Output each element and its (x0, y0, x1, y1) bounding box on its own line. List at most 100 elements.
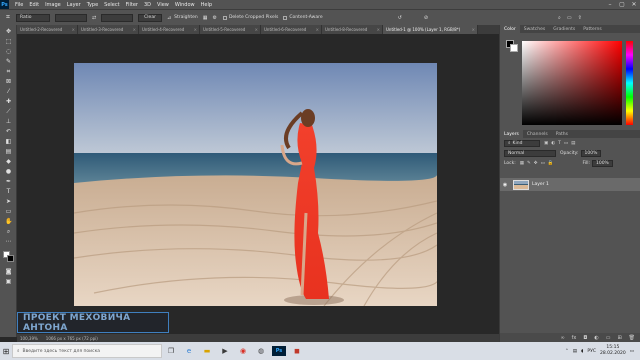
tab-untitled-2[interactable]: Untitled-2-Recovered × (17, 25, 78, 34)
task-view-icon[interactable]: ❐ (162, 342, 180, 360)
menu-window[interactable]: Window (172, 2, 198, 8)
menu-image[interactable]: Image (42, 2, 64, 8)
adjustment-icon[interactable]: ◐ (594, 335, 598, 341)
gradient-tool-icon[interactable]: ▤ (5, 148, 12, 155)
filter-icons[interactable]: ▣◐T▭▤ (544, 141, 578, 146)
marquee-tool-icon[interactable]: ⬚ (5, 38, 12, 45)
menu-layer[interactable]: Layer (64, 2, 84, 8)
menu-3d[interactable]: 3D (141, 2, 154, 8)
tab-close-icon[interactable]: × (377, 27, 380, 32)
content-aware-option[interactable]: Content-Aware (283, 15, 323, 20)
blend-mode-dropdown[interactable]: Normal (504, 149, 556, 157)
tab-patterns[interactable]: Patterns (579, 25, 606, 33)
content-aware-checkbox[interactable] (283, 15, 288, 20)
tab-close-icon[interactable]: × (316, 27, 319, 32)
network-icon[interactable]: ▤ (573, 349, 577, 354)
tab-untitled-8[interactable]: Untitled-8-Recovered × (322, 25, 383, 34)
link-icon[interactable]: ∞ (560, 335, 564, 341)
eyedropper-tool-icon[interactable]: ⁄ (5, 88, 12, 95)
volume-icon[interactable]: ◖ (581, 349, 583, 354)
zoom-level[interactable]: 100,39% (20, 336, 38, 341)
new-layer-icon[interactable]: ⊞ (617, 335, 621, 341)
straighten-label[interactable]: Straighten (174, 15, 198, 20)
edge-icon[interactable]: e (180, 342, 198, 360)
menu-select[interactable]: Select (101, 2, 122, 8)
tab-untitled-4[interactable]: Untitled-4-Recovered × (139, 25, 200, 34)
eye-icon[interactable]: ◉ (500, 182, 510, 188)
lock-icons[interactable]: ▦✎✥▭🔒 (520, 161, 557, 166)
menu-help[interactable]: Help (198, 2, 215, 8)
taskbar-search-box[interactable]: ⌕ Введите здесь текст для поиска (12, 344, 162, 358)
ratio-dropdown[interactable]: Ratio (15, 13, 50, 22)
app-icon[interactable]: ◍ (252, 342, 270, 360)
tray-arrow-icon[interactable]: ⌃ (565, 349, 569, 354)
menu-file[interactable]: File (12, 2, 26, 8)
tab-close-icon[interactable]: × (194, 27, 197, 32)
file-explorer-icon[interactable]: ▬ (198, 342, 216, 360)
tab-close-icon[interactable]: × (472, 27, 475, 32)
mask-icon[interactable]: ◘ (583, 335, 587, 341)
quick-select-tool-icon[interactable]: ✎ (5, 58, 12, 65)
tab-channels[interactable]: Channels (523, 130, 552, 138)
swap-icon[interactable]: ⇄ (92, 15, 96, 21)
dodge-tool-icon[interactable]: ● (5, 168, 12, 175)
menu-type[interactable]: Type (84, 2, 101, 8)
layer-name[interactable]: Layer 1 (532, 182, 549, 187)
crop-tool-icon[interactable]: ⌗ (6, 13, 10, 22)
move-tool-icon[interactable]: ✥ (5, 28, 12, 35)
hand-tool-icon[interactable]: ✋ (5, 218, 12, 225)
layer-row[interactable]: ◉ Layer 1 (500, 178, 640, 191)
tab-untitled-1-active[interactable]: Untitled-1 @ 100% (Layer 1, RGB/8*) × (383, 25, 478, 34)
windows-start-icon[interactable]: ⊞ (0, 342, 12, 360)
background-color[interactable] (510, 44, 518, 52)
screen-mode-icon[interactable]: ▣ (5, 278, 12, 285)
straighten-icon[interactable]: ⊿ (167, 15, 171, 21)
zoom-tool-icon[interactable]: ⌕ (5, 228, 12, 235)
cancel-icon[interactable]: ⊘ (424, 15, 428, 21)
width-field[interactable] (54, 13, 87, 22)
kind-filter-dropdown[interactable]: ⌕ Kind (504, 139, 540, 147)
blur-tool-icon[interactable]: ◆ (5, 158, 12, 165)
menu-filter[interactable]: Filter (123, 2, 141, 8)
fx-icon[interactable]: fx (572, 335, 577, 341)
crop-icon[interactable]: ⌗ (5, 68, 12, 75)
delete-cropped-checkbox[interactable] (222, 15, 227, 20)
tab-close-icon[interactable]: × (72, 27, 75, 32)
pen-tool-icon[interactable]: ✒ (5, 178, 12, 185)
search-icon[interactable]: ⌕ (558, 15, 561, 21)
tab-untitled-3[interactable]: Untitled-3-Recovered × (78, 25, 139, 34)
menu-edit[interactable]: Edit (26, 2, 42, 8)
shape-tool-icon[interactable]: ▭ (5, 208, 12, 215)
language-indicator[interactable]: РУС (587, 349, 596, 354)
close-button[interactable]: ✕ (628, 0, 640, 9)
fill-field[interactable]: 100% (591, 159, 613, 167)
type-tool-icon[interactable]: T (5, 188, 12, 195)
lasso-tool-icon[interactable]: ◌ (5, 48, 12, 55)
workspace-icon[interactable]: ▭ (567, 15, 572, 21)
delete-cropped-pixels-option[interactable]: Delete Cropped Pixels (222, 15, 278, 20)
eraser-tool-icon[interactable]: ◧ (5, 138, 12, 145)
gear-icon[interactable]: ⚙ (212, 15, 216, 21)
tab-swatches[interactable]: Swatches (520, 25, 550, 33)
path-select-tool-icon[interactable]: ➤ (5, 198, 12, 205)
healing-brush-icon[interactable]: ✚ (5, 98, 12, 105)
clear-button[interactable]: Clear (138, 13, 162, 22)
tab-untitled-6[interactable]: Untitled-6-Recovered × (261, 25, 322, 34)
document-image[interactable] (74, 63, 437, 306)
tab-untitled-5[interactable]: Untitled-5-Recovered × (200, 25, 261, 34)
brush-tool-icon[interactable]: ⟋ (5, 108, 12, 115)
quick-mask-icon[interactable]: ◙ (5, 268, 12, 275)
app-icon-2[interactable]: ◼ (288, 342, 306, 360)
tab-close-icon[interactable]: × (133, 27, 136, 32)
tab-color[interactable]: Color (500, 25, 520, 33)
photoshop-taskbar-icon[interactable]: Ps (272, 346, 286, 356)
overlay-grid-icon[interactable]: ▦ (203, 15, 208, 21)
color-picker-field[interactable] (522, 41, 622, 125)
history-brush-icon[interactable]: ↶ (5, 128, 12, 135)
notifications-icon[interactable]: ▭ (630, 349, 634, 354)
trash-icon[interactable]: 🗑 (629, 335, 635, 341)
tab-gradients[interactable]: Gradients (549, 25, 579, 33)
height-field[interactable] (101, 13, 134, 22)
background-color-swatch[interactable] (7, 255, 14, 262)
more-tools-icon[interactable]: ⋯ (5, 238, 12, 245)
